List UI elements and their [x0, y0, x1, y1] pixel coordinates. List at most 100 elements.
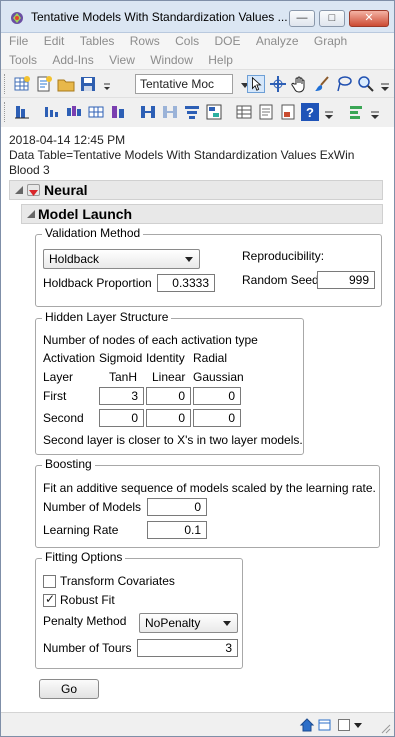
menu-rows[interactable]: Rows [130, 34, 160, 48]
split-icon[interactable] [139, 103, 157, 121]
menu-help[interactable]: Help [208, 53, 233, 67]
first-linear-field[interactable]: 0 [146, 387, 191, 405]
svg-text:?: ? [306, 105, 314, 120]
table-view-icon[interactable] [235, 103, 253, 121]
menu-edit[interactable]: Edit [44, 34, 65, 48]
tanh-header: TanH [109, 370, 138, 384]
arrow-pointer-icon[interactable] [247, 75, 265, 93]
status-bar [1, 712, 394, 736]
tabulate-icon[interactable] [87, 103, 105, 121]
concatenate-icon[interactable] [205, 103, 223, 121]
validation-method-value: Holdback [49, 252, 100, 266]
magnifier-icon[interactable] [357, 75, 375, 93]
fit-model-icon[interactable] [65, 103, 83, 121]
close-button[interactable]: ✕ [349, 10, 389, 27]
disclosure-triangle-icon[interactable] [26, 209, 36, 219]
robust-fit-checkbox[interactable] [43, 592, 56, 607]
chevron-down-icon [223, 621, 231, 626]
data-table-reference-cont: Blood 3 [9, 163, 50, 177]
menu-view[interactable]: View [109, 53, 135, 67]
validation-method-select[interactable]: Holdback [43, 249, 200, 269]
second-gaussian-field[interactable]: 0 [193, 409, 241, 427]
toolbar-overflow-4-icon[interactable] [369, 103, 381, 121]
home-icon[interactable] [299, 717, 315, 733]
data-table-reference: Data Table=Tentative Models With Standar… [9, 148, 355, 162]
minimize-button[interactable]: — [289, 10, 315, 27]
status-checkbox[interactable] [338, 719, 350, 731]
text-report-icon[interactable] [257, 103, 275, 121]
subset-icon[interactable] [183, 103, 201, 121]
fitting-options-panel: Fitting Options Transform Covariates Rob… [35, 550, 243, 669]
first-gaussian-field[interactable]: 0 [193, 387, 241, 405]
first-tanh-field[interactable]: 3 [99, 387, 144, 405]
reproducibility-label: Reproducibility: [242, 249, 325, 263]
validation-method-panel: Validation Method Holdback Reproducibili… [35, 226, 382, 307]
join-icon[interactable] [161, 103, 179, 121]
learning-rate-label: Learning Rate [43, 523, 119, 537]
learning-rate-field[interactable]: 0.1 [147, 521, 207, 539]
menu-add-ins[interactable]: Add-Ins [52, 53, 93, 67]
hand-grabber-icon[interactable] [291, 75, 309, 93]
data-table-selector[interactable]: Tentative Moc [135, 74, 233, 94]
disclosure-triangle-icon[interactable] [14, 185, 24, 195]
holdback-proportion-label: Holdback Proportion [43, 276, 152, 290]
hidden-layer-legend: Hidden Layer Structure [42, 310, 172, 324]
window-list-icon[interactable] [317, 717, 333, 733]
boosting-panel: Boosting Fit an additive sequence of mod… [35, 457, 380, 548]
toolbar-overflow-3-icon[interactable] [323, 103, 335, 121]
title-bar: Tentative Models With Standardization Va… [1, 1, 394, 33]
toolbar-grip[interactable] [4, 74, 7, 94]
toolbar-main: Tentative Moc [1, 69, 394, 97]
go-button[interactable]: Go [39, 679, 99, 699]
new-data-table-icon[interactable] [13, 75, 31, 93]
menu-file[interactable]: File [9, 34, 28, 48]
maximize-button[interactable]: □ [319, 10, 345, 27]
holdback-proportion-field[interactable]: 0.3333 [157, 274, 215, 292]
toolbar-overflow-button[interactable] [101, 75, 113, 93]
save-icon[interactable] [79, 75, 97, 93]
toolbar-analysis: ? [1, 97, 394, 125]
number-of-tours-field[interactable]: 3 [137, 639, 238, 657]
graph-builder-icon[interactable] [109, 103, 127, 121]
chevron-down-icon[interactable] [353, 719, 363, 731]
menu-window[interactable]: Window [150, 53, 193, 67]
menu-tables[interactable]: Tables [80, 34, 115, 48]
menu-row-1: File Edit Tables Rows Cols DOE Analyze G… [9, 34, 359, 51]
journal-icon[interactable] [279, 103, 297, 121]
resize-grip-icon[interactable] [379, 722, 391, 734]
transform-covariates-checkbox[interactable] [43, 575, 56, 588]
help-icon[interactable]: ? [301, 103, 319, 121]
second-tanh-field[interactable]: 0 [99, 409, 144, 427]
align-icon[interactable] [347, 103, 365, 121]
toolbar-overflow-2-icon[interactable] [379, 75, 391, 93]
crosshair-icon[interactable] [269, 75, 287, 93]
second-linear-field[interactable]: 0 [146, 409, 191, 427]
model-launch-header[interactable]: Model Launch [21, 204, 383, 224]
menu-analyze[interactable]: Analyze [256, 34, 299, 48]
identity-header: Identity [146, 351, 185, 365]
menu-tools[interactable]: Tools [9, 53, 37, 67]
menu-doe[interactable]: DOE [214, 34, 240, 48]
neural-outline-header[interactable]: Neural [9, 180, 383, 200]
radial-header: Radial [193, 351, 228, 365]
toolbar-grip-2[interactable] [4, 102, 7, 122]
menu-cols[interactable]: Cols [175, 34, 199, 48]
fit-y-by-x-icon[interactable] [43, 103, 61, 121]
robust-fit-label: Robust Fit [60, 593, 115, 607]
fitting-options-legend: Fitting Options [42, 550, 126, 564]
number-of-models-field[interactable]: 0 [147, 498, 207, 516]
red-triangle-menu-icon[interactable] [27, 184, 40, 196]
random-seed-label: Random Seed [242, 273, 319, 287]
first-layer-label: First [43, 389, 67, 403]
app-window: Tentative Models With Standardization Va… [0, 0, 395, 737]
random-seed-field[interactable]: 999 [317, 271, 375, 289]
open-folder-icon[interactable] [57, 75, 75, 93]
penalty-method-select[interactable]: NoPenalty [139, 613, 238, 633]
menu-row-2: Tools Add-Ins View Window Help [9, 53, 245, 70]
new-script-icon[interactable] [35, 75, 53, 93]
lasso-icon[interactable] [335, 75, 353, 93]
distribution-icon[interactable] [13, 103, 31, 121]
activation-label: Activation [43, 351, 96, 365]
menu-graph[interactable]: Graph [314, 34, 347, 48]
brush-icon[interactable] [313, 75, 331, 93]
